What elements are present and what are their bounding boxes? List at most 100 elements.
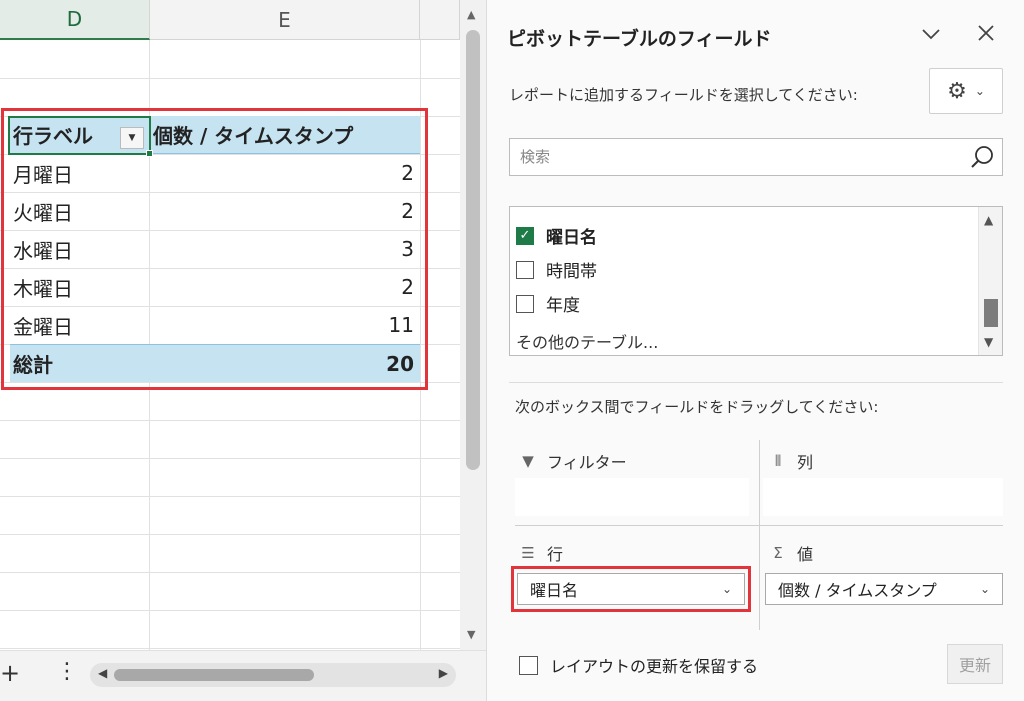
filter-area-label: フィルター xyxy=(547,453,627,472)
pivot-data-row[interactable]: 金曜日 11 xyxy=(10,306,420,344)
grid-line xyxy=(0,420,460,421)
chevron-down-icon[interactable]: ⌄ xyxy=(980,582,990,596)
pivot-row-value[interactable]: 3 xyxy=(401,237,414,261)
column-header-f[interactable] xyxy=(420,0,460,40)
column-header-e[interactable]: E xyxy=(150,0,420,40)
pane-subtitle: レポートに追加するフィールドを選択してください: xyxy=(509,86,858,104)
area-divider-vertical xyxy=(759,440,760,630)
field-item-weekday[interactable]: ✓ 曜日名 xyxy=(516,223,597,248)
pivot-value-header[interactable]: 個数 / タイムスタンプ xyxy=(153,120,353,149)
filter-drop-area[interactable] xyxy=(515,478,749,516)
pivot-total-row[interactable]: 総計 20 xyxy=(10,344,420,382)
pane-divider xyxy=(509,382,1003,383)
pivot-field-pane: ピボットテーブルのフィールド レポートに追加するフィールドを選択してください: … xyxy=(486,0,1024,701)
vertical-scrollbar[interactable]: ▲ ▼ xyxy=(460,0,486,650)
chevron-down-icon[interactable]: ⌄ xyxy=(722,582,732,596)
chevron-down-icon[interactable] xyxy=(919,22,943,52)
scroll-up-icon[interactable]: ▲ xyxy=(984,213,993,227)
grid-line xyxy=(0,572,460,573)
pane-settings-button[interactable]: ⚙ ⌄ xyxy=(929,68,1003,114)
grid-line xyxy=(0,648,460,649)
values-area-label: 値 xyxy=(797,545,814,564)
pivot-row-value[interactable]: 2 xyxy=(401,275,414,299)
field-list-scrollbar[interactable]: ▲ ▼ xyxy=(978,207,1002,355)
field-list-scroll-thumb[interactable] xyxy=(984,299,998,327)
add-sheet-icon[interactable]: + xyxy=(0,659,20,687)
rows-icon: ☰ xyxy=(521,544,535,562)
sheet-tab-bar: + ⋮ ◀ ▶ xyxy=(0,650,486,701)
grid-line xyxy=(0,382,460,383)
pivot-row-label[interactable]: 火曜日 xyxy=(13,197,73,226)
values-area-title: Σ 値 xyxy=(769,541,813,565)
field-search-box[interactable] xyxy=(509,138,1003,176)
field-label: 年度 xyxy=(546,296,580,316)
spreadsheet-grid[interactable]: D E 行ラベル 個数 / タイムスタンプ 月曜日 2 火曜日 2 水曜日 3 … xyxy=(0,0,460,650)
horizontal-scroll-thumb[interactable] xyxy=(114,669,314,681)
columns-area-title: ⦀ 列 xyxy=(769,449,813,473)
grid-line xyxy=(0,610,460,611)
fill-handle[interactable] xyxy=(146,150,153,157)
horizontal-scrollbar[interactable]: ◀ ▶ xyxy=(90,663,456,687)
pivot-data-row[interactable]: 火曜日 2 xyxy=(10,192,420,230)
pane-title: ピボットテーブルのフィールド xyxy=(507,28,772,50)
check-icon[interactable]: ✓ xyxy=(516,226,534,245)
field-label: 曜日名 xyxy=(546,228,597,248)
search-icon[interactable] xyxy=(970,144,996,174)
defer-update-option[interactable]: レイアウトの更新を保留する xyxy=(519,653,758,677)
field-checkbox[interactable] xyxy=(516,294,534,313)
field-item-timeslot[interactable]: 時間帯 xyxy=(516,257,597,282)
pivot-row-value[interactable]: 2 xyxy=(401,161,414,185)
values-chip-label: 個数 / タイムスタンプ xyxy=(778,581,937,600)
field-checkbox[interactable] xyxy=(516,260,534,279)
scroll-down-icon[interactable]: ▼ xyxy=(984,335,993,349)
drag-instructions: 次のボックス間でフィールドをドラッグしてください: xyxy=(515,398,879,416)
pivot-data-row[interactable]: 水曜日 3 xyxy=(10,230,420,268)
field-search-input[interactable] xyxy=(510,139,950,175)
chevron-down-icon: ▼ xyxy=(128,133,136,143)
pivot-total-value[interactable]: 20 xyxy=(386,352,414,376)
vertical-scroll-thumb[interactable] xyxy=(466,30,480,470)
pivot-row-label[interactable]: 月曜日 xyxy=(13,159,73,188)
field-label: 時間帯 xyxy=(546,262,597,282)
rows-area-label: 行 xyxy=(547,545,564,564)
columns-area-label: 列 xyxy=(797,453,814,472)
update-button[interactable]: 更新 xyxy=(947,644,1003,684)
rows-area-title: ☰ 行 xyxy=(519,541,563,565)
pivot-row-value[interactable]: 2 xyxy=(401,199,414,223)
values-field-chip[interactable]: 個数 / タイムスタンプ ⌄ xyxy=(765,573,1003,605)
sigma-icon: Σ xyxy=(773,544,783,562)
pivot-total-label[interactable]: 総計 xyxy=(13,349,53,378)
pivot-row-value[interactable]: 11 xyxy=(389,313,414,337)
defer-update-checkbox[interactable] xyxy=(519,655,538,675)
grid-line xyxy=(0,458,460,459)
rows-chip-label: 曜日名 xyxy=(530,581,579,600)
pivot-row-label[interactable]: 水曜日 xyxy=(13,235,73,264)
scroll-up-icon[interactable]: ▲ xyxy=(467,8,475,21)
rows-field-chip[interactable]: 曜日名 ⌄ xyxy=(517,573,745,605)
gear-icon: ⚙ xyxy=(947,78,967,104)
columns-drop-area[interactable] xyxy=(763,478,1003,516)
filter-icon: ▼ xyxy=(522,452,534,470)
columns-icon: ⦀ xyxy=(774,452,782,470)
grid-line xyxy=(0,534,460,535)
field-list[interactable]: ✓ 曜日名 時間帯 年度 その他のテーブル... ▲ ▼ xyxy=(509,206,1003,356)
area-divider-horizontal xyxy=(515,525,1003,526)
pivot-data-row[interactable]: 月曜日 2 xyxy=(10,154,420,192)
scroll-down-icon[interactable]: ▼ xyxy=(467,628,475,641)
scroll-right-icon[interactable]: ▶ xyxy=(439,666,448,680)
defer-update-label: レイアウトの更新を保留する xyxy=(550,657,759,676)
more-sheets-icon[interactable]: ⋮ xyxy=(56,659,78,684)
more-tables-link[interactable]: その他のテーブル... xyxy=(516,329,658,353)
pivot-data-row[interactable]: 木曜日 2 xyxy=(10,268,420,306)
pivot-row-label[interactable]: 木曜日 xyxy=(13,273,73,302)
filter-area-title: ▼ フィルター xyxy=(519,449,627,473)
scroll-left-icon[interactable]: ◀ xyxy=(98,666,107,680)
close-icon[interactable] xyxy=(975,22,997,50)
grid-line xyxy=(0,496,460,497)
chevron-down-icon: ⌄ xyxy=(974,84,985,98)
field-item-year[interactable]: 年度 xyxy=(516,291,580,316)
grid-line xyxy=(0,78,460,79)
pivot-row-label[interactable]: 金曜日 xyxy=(13,311,73,340)
column-header-d[interactable]: D xyxy=(0,0,150,40)
row-label-filter-dropdown-button[interactable]: ▼ xyxy=(120,127,144,149)
